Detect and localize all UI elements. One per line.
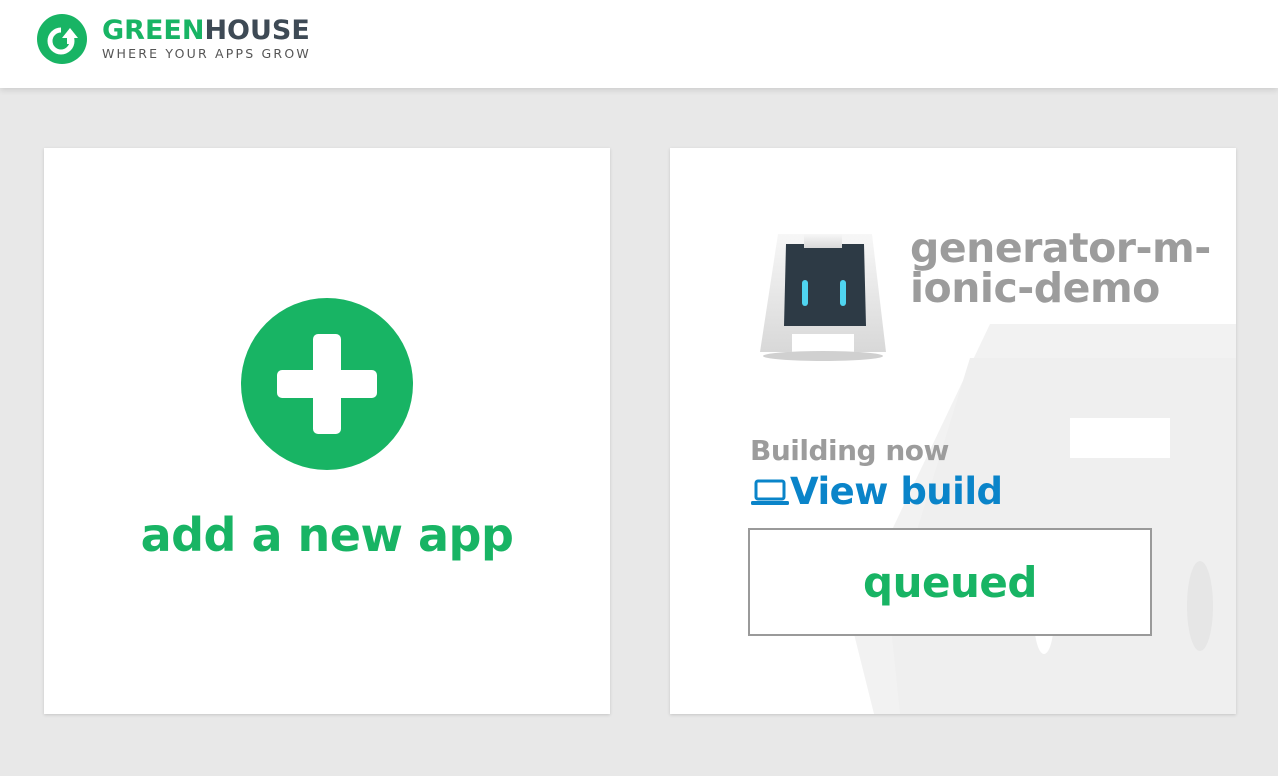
build-status-text: Building now — [750, 434, 949, 467]
build-state-box: queued — [748, 528, 1152, 636]
view-build-link[interactable]: View build — [750, 470, 1003, 513]
plus-circle-icon — [241, 298, 413, 470]
brand-name: GREENHOUSE — [102, 15, 310, 46]
greenhouse-logo[interactable]: GREENHOUSE WHERE YOUR APPS GROW — [37, 14, 311, 64]
laptop-icon — [751, 479, 789, 505]
top-header: GREENHOUSE WHERE YOUR APPS GROW — [0, 0, 1278, 88]
add-new-app-card[interactable]: add a new app — [44, 148, 610, 714]
greenhouse-logo-icon — [37, 14, 87, 64]
app-name: generator-m-ionic-demo — [910, 224, 1211, 312]
brand-tagline: WHERE YOUR APPS GROW — [102, 46, 311, 61]
view-build-label: View build — [790, 470, 1003, 513]
add-new-app-label: add a new app — [140, 508, 514, 562]
build-state-label: queued — [863, 557, 1037, 607]
cordova-icon — [760, 234, 886, 361]
app-card: generator-m-ionic-demo Building now View… — [670, 148, 1236, 714]
